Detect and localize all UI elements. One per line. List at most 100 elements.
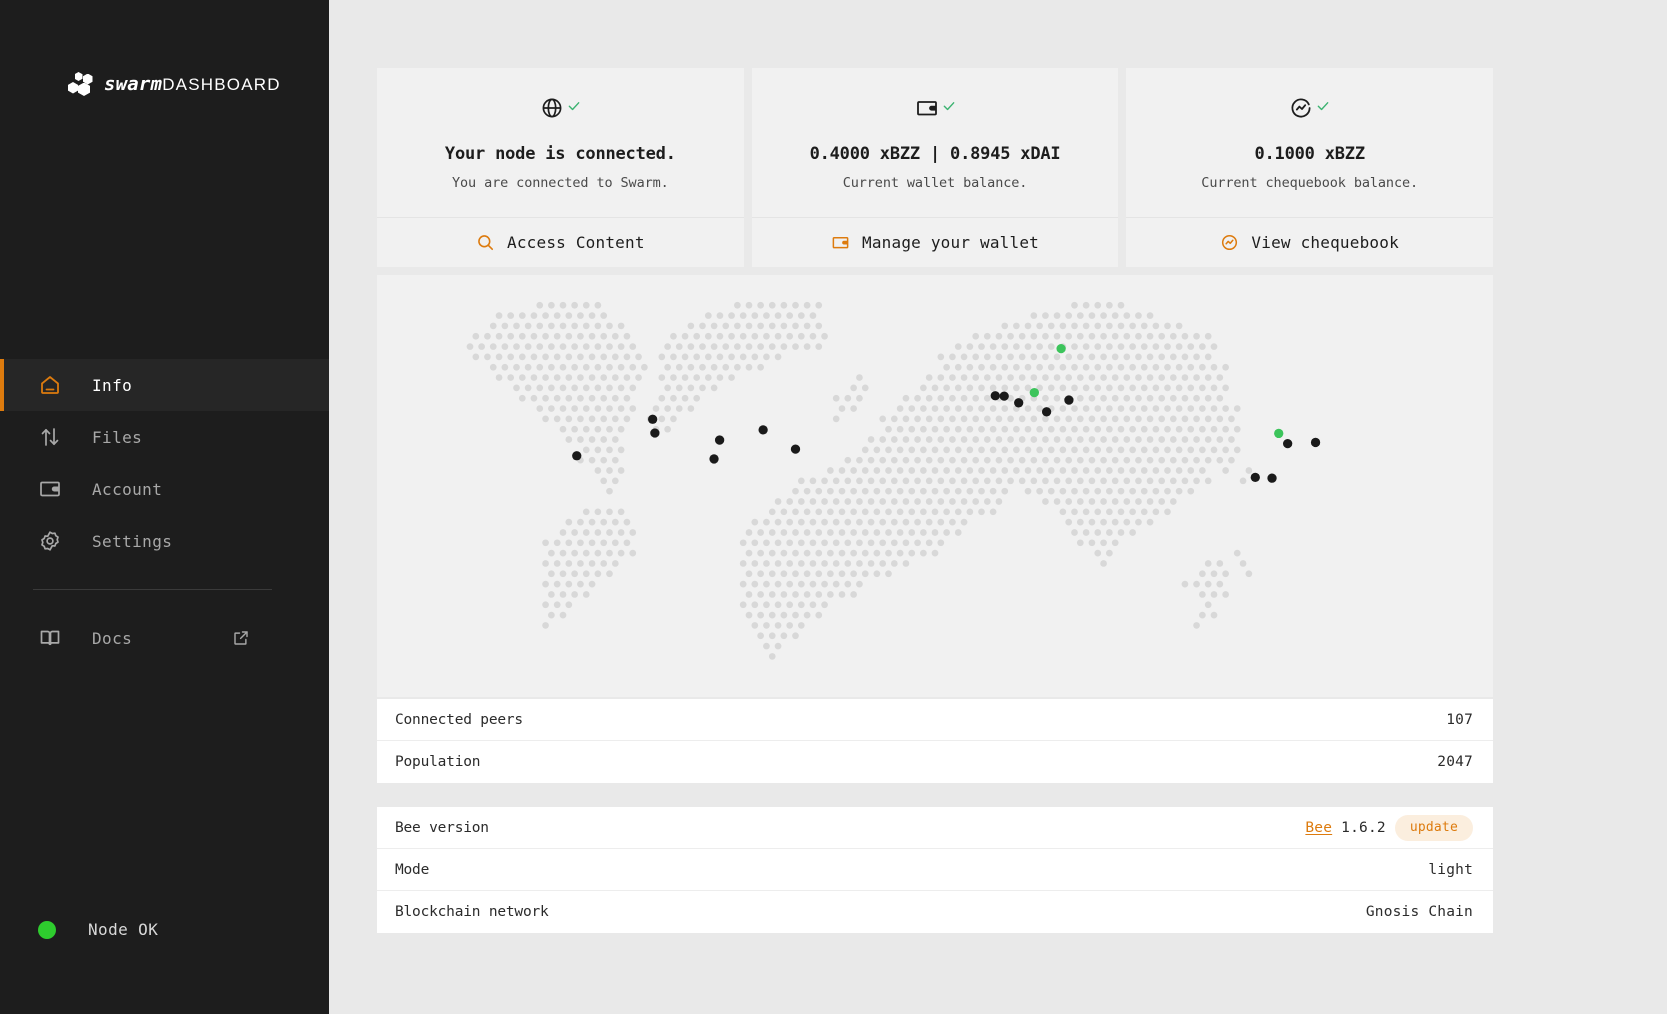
row-label: Connected peers (395, 711, 523, 728)
row-value: 107 (1446, 711, 1473, 728)
map-canvas (466, 301, 1321, 660)
row-label: Population (395, 754, 481, 770)
table-row: Blockchain network Gnosis Chain (377, 891, 1493, 933)
table-row: Connected peers 107 (377, 699, 1493, 741)
sidebar-divider (33, 589, 272, 590)
card-body: 0.4000 xBZZ | 0.8945 xDAI Current wallet… (752, 68, 1119, 217)
action-label: View chequebook (1251, 233, 1399, 252)
peer-marker (648, 414, 658, 424)
node-marker (1029, 387, 1039, 398)
sidebar-item-files[interactable]: Files (0, 411, 329, 463)
peer-marker (999, 391, 1009, 401)
card-title: 0.4000 xBZZ | 0.8945 xDAI (809, 144, 1061, 164)
sidebar-nav: Info Files Account Settings Docs (0, 359, 329, 664)
action-label: Access Content (507, 233, 645, 252)
node-marker (1056, 343, 1066, 354)
gear-icon (37, 528, 63, 554)
card-subtitle: You are connected to Swarm. (451, 175, 669, 191)
table-row: Bee version Bee 1.6.2 update (377, 807, 1493, 849)
peer-marker (1267, 473, 1277, 483)
view-chequebook-button[interactable]: View chequebook (1126, 217, 1494, 267)
home-icon (37, 372, 63, 398)
peer-marker (1014, 398, 1024, 408)
row-label: Bee version (395, 819, 489, 836)
peer-marker (1064, 395, 1074, 405)
action-label: Manage your wallet (862, 233, 1039, 252)
node-marker (1274, 428, 1284, 439)
sidebar: swarmDASHBOARD Info Files Account Settin… (0, 0, 329, 1014)
sidebar-item-info[interactable]: Info (0, 359, 329, 411)
card-title: 0.1000 xBZZ (1254, 144, 1365, 164)
search-icon (476, 233, 495, 252)
sidebar-item-label: Info (92, 375, 133, 395)
sidebar-item-account[interactable]: Account (0, 463, 329, 515)
peer-marker (1041, 407, 1052, 417)
external-link-icon (232, 629, 250, 647)
card-subtitle: Current chequebook balance. (1201, 175, 1419, 191)
card-subtitle: Current wallet balance. (842, 175, 1028, 191)
main-content: Your node is connected. You are connecte… (329, 0, 1667, 1014)
card-icon-row (389, 96, 732, 126)
status-indicator-dot (38, 920, 56, 939)
access-content-button[interactable]: Access Content (377, 217, 744, 267)
wallet-balance-card: 0.4000 xBZZ | 0.8945 xDAI Current wallet… (751, 68, 1119, 267)
check-icon (942, 98, 956, 112)
peer-marker (1310, 437, 1321, 448)
row-value: 2047 (1437, 754, 1473, 770)
peer-marker (790, 444, 801, 454)
wallet-icon (915, 96, 939, 120)
peer-marker (990, 391, 1000, 401)
manage-wallet-button[interactable]: Manage your wallet (751, 217, 1119, 267)
node-status: Node OK (0, 920, 158, 939)
peer-marker (1250, 472, 1260, 483)
card-body: 0.1000 xBZZ Current chequebook balance. (1126, 68, 1493, 217)
brand-suffix: DASHBOARD (162, 75, 281, 94)
sidebar-item-label: Settings (92, 531, 173, 551)
update-badge[interactable]: update (1394, 814, 1473, 841)
sidebar-item-label: Account (92, 479, 163, 499)
node-connection-card: Your node is connected. You are connecte… (377, 68, 744, 267)
row-value: Bee 1.6.2 update (1305, 814, 1473, 841)
peer-marker (1283, 438, 1293, 449)
transfer-icon (37, 424, 63, 450)
table-row: Population 2047 (377, 741, 1493, 783)
network-stats-rows: Connected peers 107 Population 2047 (377, 699, 1493, 783)
swarm-hexagon-logo (68, 72, 94, 96)
chequebook-balance-card: 0.1000 xBZZ Current chequebook balance. … (1126, 68, 1494, 267)
book-icon (37, 625, 63, 651)
peer-marker (758, 425, 768, 435)
brand[interactable]: swarmDASHBOARD (0, 0, 329, 96)
card-icon-row (764, 96, 1107, 126)
card-body: Your node is connected. You are connecte… (377, 68, 744, 217)
globe-icon (540, 96, 564, 120)
peer-marker (714, 435, 725, 445)
brand-text: swarmDASHBOARD (104, 73, 281, 95)
sidebar-item-docs[interactable]: Docs (0, 612, 329, 664)
table-row: Mode light (377, 849, 1493, 891)
status-cards: Your node is connected. You are connecte… (377, 68, 1494, 267)
peer-marker (650, 428, 660, 438)
brand-name: swarm (104, 73, 163, 95)
node-status-label: Node OK (88, 920, 159, 939)
row-value: Gnosis Chain (1365, 904, 1473, 920)
sidebar-item-settings[interactable]: Settings (0, 515, 329, 567)
sidebar-item-label: Files (92, 427, 143, 447)
peer-marker (709, 454, 719, 464)
chequebook-icon (1220, 233, 1239, 252)
bee-version-number: 1.6.2 (1341, 819, 1386, 836)
row-label: Blockchain network (395, 904, 549, 920)
chequebook-icon (1289, 96, 1313, 120)
wallet-icon (37, 476, 63, 502)
peer-marker (572, 451, 582, 461)
dashboard-app: swarmDASHBOARD Info Files Account Settin… (0, 0, 1667, 1014)
check-icon (567, 98, 581, 112)
world-peer-map[interactable] (377, 275, 1493, 697)
wallet-icon (831, 233, 850, 252)
sidebar-item-label: Docs (92, 628, 133, 648)
check-icon (1316, 98, 1330, 112)
row-label: Mode (395, 861, 430, 878)
rows-spacer (377, 783, 1493, 805)
card-title: Your node is connected. (444, 144, 676, 164)
bee-release-link[interactable]: Bee (1305, 820, 1332, 836)
node-details-rows: Bee version Bee 1.6.2 update Mode light … (377, 807, 1493, 933)
